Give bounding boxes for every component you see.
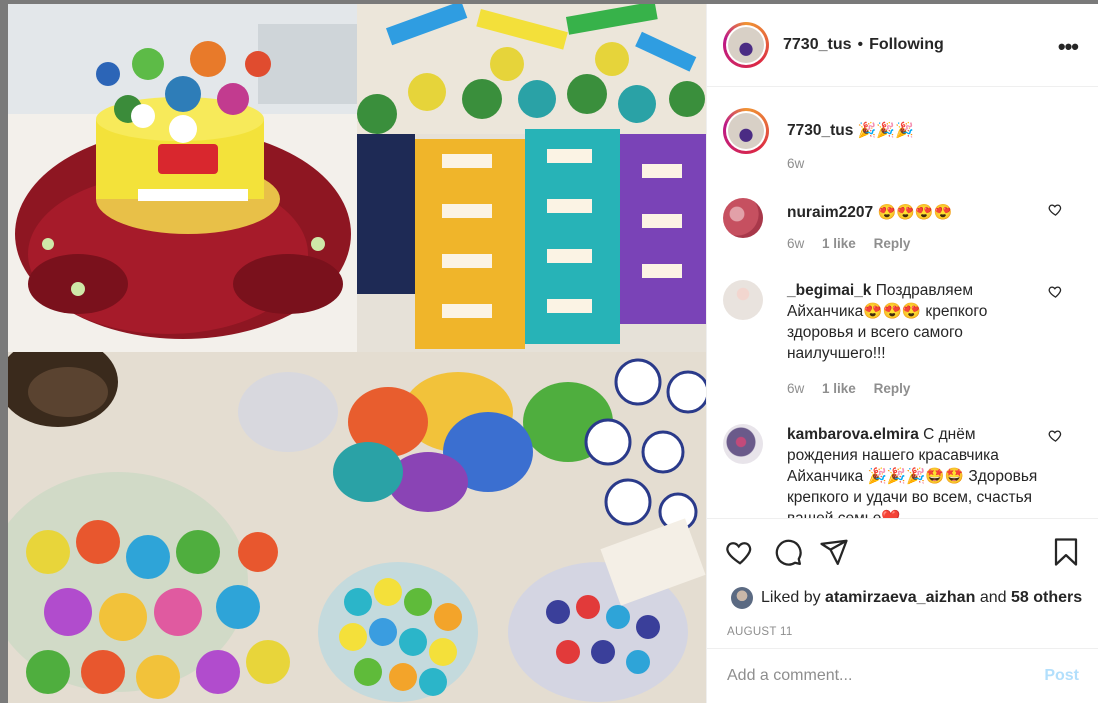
liked-by-connector: and — [979, 589, 1007, 606]
post-header: 7730_tus • Following ••• — [707, 4, 1098, 87]
comment-icon[interactable] — [773, 537, 803, 567]
cake-pops-and-sweets-photo — [357, 4, 706, 352]
author-username[interactable]: 7730_tus — [783, 36, 852, 54]
more-horizontal-icon[interactable]: ••• — [1058, 34, 1079, 60]
commenter-avatar[interactable] — [723, 198, 763, 238]
comment-username[interactable]: kambarova.elmira — [787, 426, 919, 443]
comment-username[interactable]: _begimai_k — [787, 282, 871, 299]
comment-likes[interactable]: 1 like — [822, 236, 856, 251]
comments-list[interactable]: 7730_tus 🎉🎉🎉 6w nuraim2207 😍😍😍😍 6w 1 lik… — [707, 88, 1098, 518]
reply-button[interactable]: Reply — [874, 381, 911, 396]
comment-time[interactable]: 6w — [787, 381, 804, 396]
author-avatar[interactable] — [723, 22, 769, 68]
commenter-avatar[interactable] — [723, 280, 763, 320]
liked-by-prefix: Liked by — [761, 589, 821, 606]
heart-icon[interactable] — [1048, 284, 1063, 299]
post-comment-button[interactable]: Post — [1044, 667, 1079, 685]
comment-likes[interactable]: 1 like — [822, 381, 856, 396]
share-icon[interactable] — [819, 537, 849, 567]
bookmark-icon[interactable] — [1051, 537, 1081, 567]
post-actions: Liked by atamirzaeva_aizhan and 58 other… — [707, 518, 1098, 648]
caption-avatar[interactable] — [723, 108, 769, 154]
heart-icon[interactable] — [1048, 202, 1063, 217]
reply-button[interactable]: Reply — [874, 236, 911, 251]
separator-dot: • — [857, 36, 864, 53]
comment-username[interactable]: nuraim2207 — [787, 204, 873, 221]
caption-text: 🎉🎉🎉 — [857, 122, 914, 139]
comment-time[interactable]: 6w — [787, 236, 804, 251]
post-image[interactable] — [8, 4, 706, 703]
liker-username[interactable]: atamirzaeva_aizhan — [825, 589, 975, 607]
caption-username[interactable]: 7730_tus — [787, 122, 853, 139]
commenter-avatar[interactable] — [723, 424, 763, 464]
liker-avatar — [731, 587, 753, 609]
comment-input[interactable] — [727, 667, 1045, 685]
following-button[interactable]: Following — [869, 36, 944, 54]
comment-text: 😍😍😍😍 — [877, 204, 953, 221]
likes-summary[interactable]: Liked by atamirzaeva_aizhan and 58 other… — [731, 587, 1082, 609]
caption-time[interactable]: 6w — [787, 156, 804, 171]
likes-others[interactable]: 58 others — [1011, 589, 1082, 607]
post-date[interactable]: AUGUST 11 — [727, 626, 793, 638]
add-comment-bar: Post — [707, 648, 1098, 703]
post-details-panel: 7730_tus • Following ••• 7730_tus 🎉🎉🎉 6w… — [706, 4, 1098, 703]
cake-photo — [8, 4, 357, 352]
heart-icon[interactable] — [725, 537, 755, 567]
heart-icon[interactable] — [1048, 428, 1063, 443]
candy-table-photo — [8, 352, 706, 703]
